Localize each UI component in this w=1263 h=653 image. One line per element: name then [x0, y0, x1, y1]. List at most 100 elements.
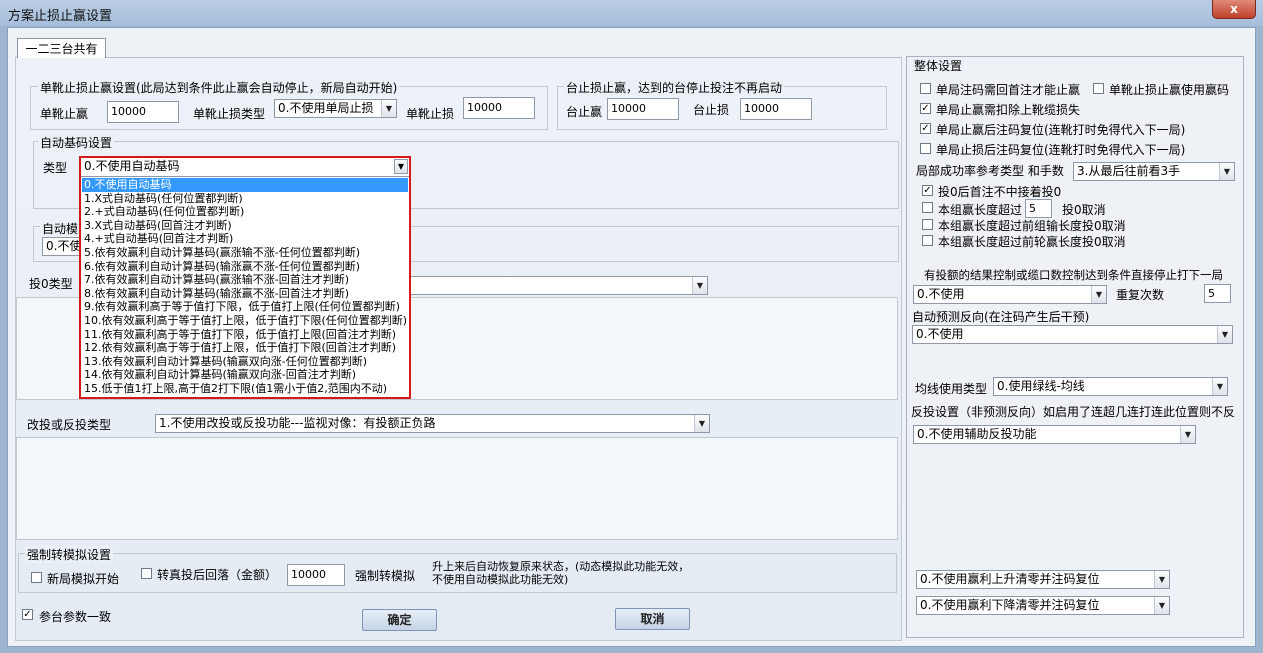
auto-chip-option[interactable]: 13.依有效赢利自动计算基码(输赢双向涨-任何位置都判断) [82, 355, 408, 369]
auto-chip-option[interactable]: 1.X式自动基码(任何位置都判断) [82, 192, 408, 206]
tab-shared[interactable]: 一二三台共有 [17, 38, 106, 59]
auto-chip-option[interactable]: 14.依有效赢利自动计算基码(输赢双向涨-回首注才判断) [82, 368, 408, 382]
ok-button[interactable]: 确定 [362, 609, 437, 631]
change-bet-label: 改投或反投类型 [27, 418, 112, 432]
dropdown-arrow-icon[interactable]: ▼ [1212, 378, 1227, 395]
cb-bet0-continue[interactable]: ✓ [922, 185, 933, 196]
single-shoe-legend: 单靴止损止赢设置(此局达到条件此止赢会自动停止，新局自动开始) [38, 79, 400, 96]
win-length-suffix: 投0取消 [1062, 203, 1106, 217]
single-shoe-loss-type-label: 单靴止损类型 [193, 107, 266, 121]
profit-up-value: 0.不使用赢利上升清零并注码复位 [920, 572, 1100, 586]
reverse-bet-select[interactable]: 0.不使用辅助反投功能 ▼ [913, 425, 1196, 444]
cb-use-win-chip[interactable] [1093, 83, 1104, 94]
auto-chip-option[interactable]: 11.依有效赢利高于等于值打下限，低于值打上限(回首注才判断) [82, 328, 408, 342]
reverse-bet-label: 反投设置（非预测反向）如启用了连超几连打连此位置则不反 [911, 405, 1236, 419]
dropdown-arrow-icon[interactable]: ▼ [394, 159, 408, 174]
auto-chip-option[interactable]: 15.低于值1打上限,高于值2打下限(值1需小于值2,范围内不动) [82, 382, 408, 396]
local-rate-select[interactable]: 3.从最后往前看3手 ▼ [1073, 162, 1235, 181]
auto-chip-option[interactable]: 0.不使用自动基码 [82, 178, 408, 192]
cancel-button[interactable]: 取消 [615, 608, 690, 630]
dropdown-arrow-icon[interactable]: ▼ [381, 100, 396, 117]
auto-chip-selected-value: 0.不使用自动基码 [84, 159, 180, 173]
window-title: 方案止损止赢设置 [8, 9, 113, 24]
cb-loss-reset-label: 单局止损后注码复位(连靴打时免得代入下一局) [936, 143, 1186, 157]
dropdown-arrow-icon[interactable]: ▼ [692, 277, 707, 294]
profit-down-select[interactable]: 0.不使用赢利下降清零并注码复位 ▼ [916, 596, 1170, 615]
repeat-count-input[interactable]: 5 [1204, 284, 1231, 303]
cb-main-bet-return[interactable] [920, 83, 931, 94]
moving-average-label: 均线使用类型 [915, 382, 988, 396]
cb-win-length[interactable] [922, 202, 933, 213]
predict-reverse-label: 自动预测反向(在注码产生后干预) [912, 310, 1090, 324]
same-params-label: 参台参数一致 [39, 610, 112, 624]
auto-chip-dropdown[interactable]: 0.不使用自动基码 ▼ 0.不使用自动基码 1.X式自动基码(任何位置都判断) 2.… [79, 156, 411, 399]
change-bet-select[interactable]: 1.不使用改投或反投功能---监视对像：有投额正负路 ▼ [155, 414, 710, 433]
cb-win-reset-label: 单局止赢后注码复位(连靴打时免得代入下一局) [936, 123, 1186, 137]
force-sim-note: 升上来后自动恢复原来状态，(动态模拟此功能无效，不使用自动模拟此功能无效) [432, 560, 690, 586]
auto-chip-option[interactable]: 5.依有效赢利自动计算基码(赢涨输不涨-任何位置都判断) [82, 246, 408, 260]
tab-strip [15, 38, 902, 58]
single-shoe-loss-label: 单靴止损 [406, 107, 455, 121]
same-params-checkbox[interactable]: ✓ [22, 609, 33, 620]
dropdown-arrow-icon[interactable]: ▼ [1091, 286, 1106, 303]
moving-average-select[interactable]: 0.使用绿线-均线 ▼ [993, 377, 1228, 396]
auto-mode-value: 0.不使 [46, 239, 82, 253]
predict-reverse-value: 0.不使用 [916, 327, 964, 341]
auto-chip-select[interactable]: 0.不使用自动基码 ▼ [81, 158, 409, 177]
auto-chip-option-list: 0.不使用自动基码 1.X式自动基码(任何位置都判断) 2.+式自动基码(任何位置都… [82, 178, 408, 397]
win-length-input[interactable]: 5 [1025, 199, 1052, 218]
result-control-select[interactable]: 0.不使用 ▼ [913, 285, 1107, 304]
cb-use-win-chip-label: 单靴止损止赢使用赢码 [1109, 83, 1230, 97]
cb-win-vs-prev-loss[interactable] [922, 219, 933, 230]
title-bar [0, 0, 1263, 26]
auto-chip-option[interactable]: 10.依有效赢利高于等于值打上限，低于值打下限(任何位置都判断) [82, 314, 408, 328]
table-loss-input[interactable]: 10000 [740, 98, 812, 120]
dropdown-arrow-icon[interactable]: ▼ [1154, 571, 1169, 588]
auto-chip-option[interactable]: 9.依有效赢利高于等于值打下限，低于值打上限(任何位置都判断) [82, 300, 408, 314]
change-bet-value: 1.不使用改投或反投功能---监视对像：有投额正负路 [159, 416, 436, 430]
auto-chip-option[interactable]: 3.X式自动基码(回首注才判断) [82, 219, 408, 233]
repeat-count-label: 重复次数 [1116, 288, 1165, 302]
auto-chip-option[interactable]: 12.依有效赢利高于等于值打上限，低于值打下限(回首注才判断) [82, 341, 408, 355]
cb-win-length-label: 本组赢长度超过 [938, 203, 1023, 217]
auto-chip-option[interactable]: 16.低于值1打下限,高于值2打上限(值1需小于值2,范围内不动) [82, 396, 408, 398]
table-win-input[interactable]: 10000 [607, 98, 679, 120]
after-real-checkbox[interactable] [141, 568, 152, 579]
auto-chip-option[interactable]: 2.+式自动基码(任何位置都判断) [82, 205, 408, 219]
cb-win-vs-prev-loss-label: 本组赢长度超过前组输长度投0取消 [938, 219, 1126, 233]
auto-chip-option[interactable]: 6.依有效赢利自动计算基码(输涨赢不涨-任何位置都判断) [82, 260, 408, 274]
profit-up-select[interactable]: 0.不使用赢利上升清零并注码复位 ▼ [916, 570, 1170, 589]
new-round-sim-label: 新局模拟开始 [47, 572, 120, 586]
cb-deduct-loss[interactable]: ✓ [920, 103, 931, 114]
new-round-sim-checkbox[interactable] [31, 572, 42, 583]
auto-chip-option[interactable]: 4.+式自动基码(回首注才判断) [82, 232, 408, 246]
moving-average-value: 0.使用绿线-均线 [997, 379, 1085, 393]
cb-win-reset[interactable]: ✓ [920, 123, 931, 134]
dropdown-arrow-icon[interactable]: ▼ [1219, 163, 1234, 180]
dropdown-arrow-icon[interactable]: ▼ [1154, 597, 1169, 614]
single-shoe-loss-type-value: 0.不使用单局止损 [278, 101, 374, 115]
close-button[interactable]: x [1212, 0, 1256, 19]
after-real-input[interactable]: 10000 [287, 564, 345, 586]
cb-bet0-continue-label: 投0后首注不中接着投0 [938, 185, 1062, 199]
table-loss-label: 台止损 [693, 103, 730, 117]
auto-chip-option[interactable]: 7.依有效赢利自动计算基码(赢涨输不涨-回首注才判断) [82, 273, 408, 287]
table-win-label: 台止赢 [566, 105, 603, 119]
predict-reverse-select[interactable]: 0.不使用 ▼ [912, 325, 1233, 344]
single-shoe-loss-input[interactable]: 10000 [463, 97, 535, 119]
dropdown-arrow-icon[interactable]: ▼ [694, 415, 709, 432]
cb-loss-reset[interactable] [920, 143, 931, 154]
bet0-type-select[interactable]: ▼ [380, 276, 708, 295]
local-rate-label: 局部成功率参考类型 和手数 [916, 164, 1064, 178]
cb-win-vs-prev-win[interactable] [922, 235, 933, 246]
dropdown-arrow-icon[interactable]: ▼ [1217, 326, 1232, 343]
reverse-bet-value: 0.不使用辅助反投功能 [917, 427, 1037, 441]
cb-win-vs-prev-win-label: 本组赢长度超过前轮赢长度投0取消 [938, 235, 1126, 249]
single-shoe-loss-type-select[interactable]: 0.不使用单局止损 ▼ [274, 99, 397, 118]
force-sim-legend: 强制转模拟设置 [25, 546, 114, 563]
auto-chip-legend: 自动基码设置 [38, 134, 115, 151]
single-shoe-win-label: 单靴止赢 [40, 107, 89, 121]
single-shoe-win-input[interactable]: 10000 [107, 101, 179, 123]
auto-chip-option[interactable]: 8.依有效赢利自动计算基码(输涨赢不涨-回首注才判断) [82, 287, 408, 301]
dropdown-arrow-icon[interactable]: ▼ [1180, 426, 1195, 443]
